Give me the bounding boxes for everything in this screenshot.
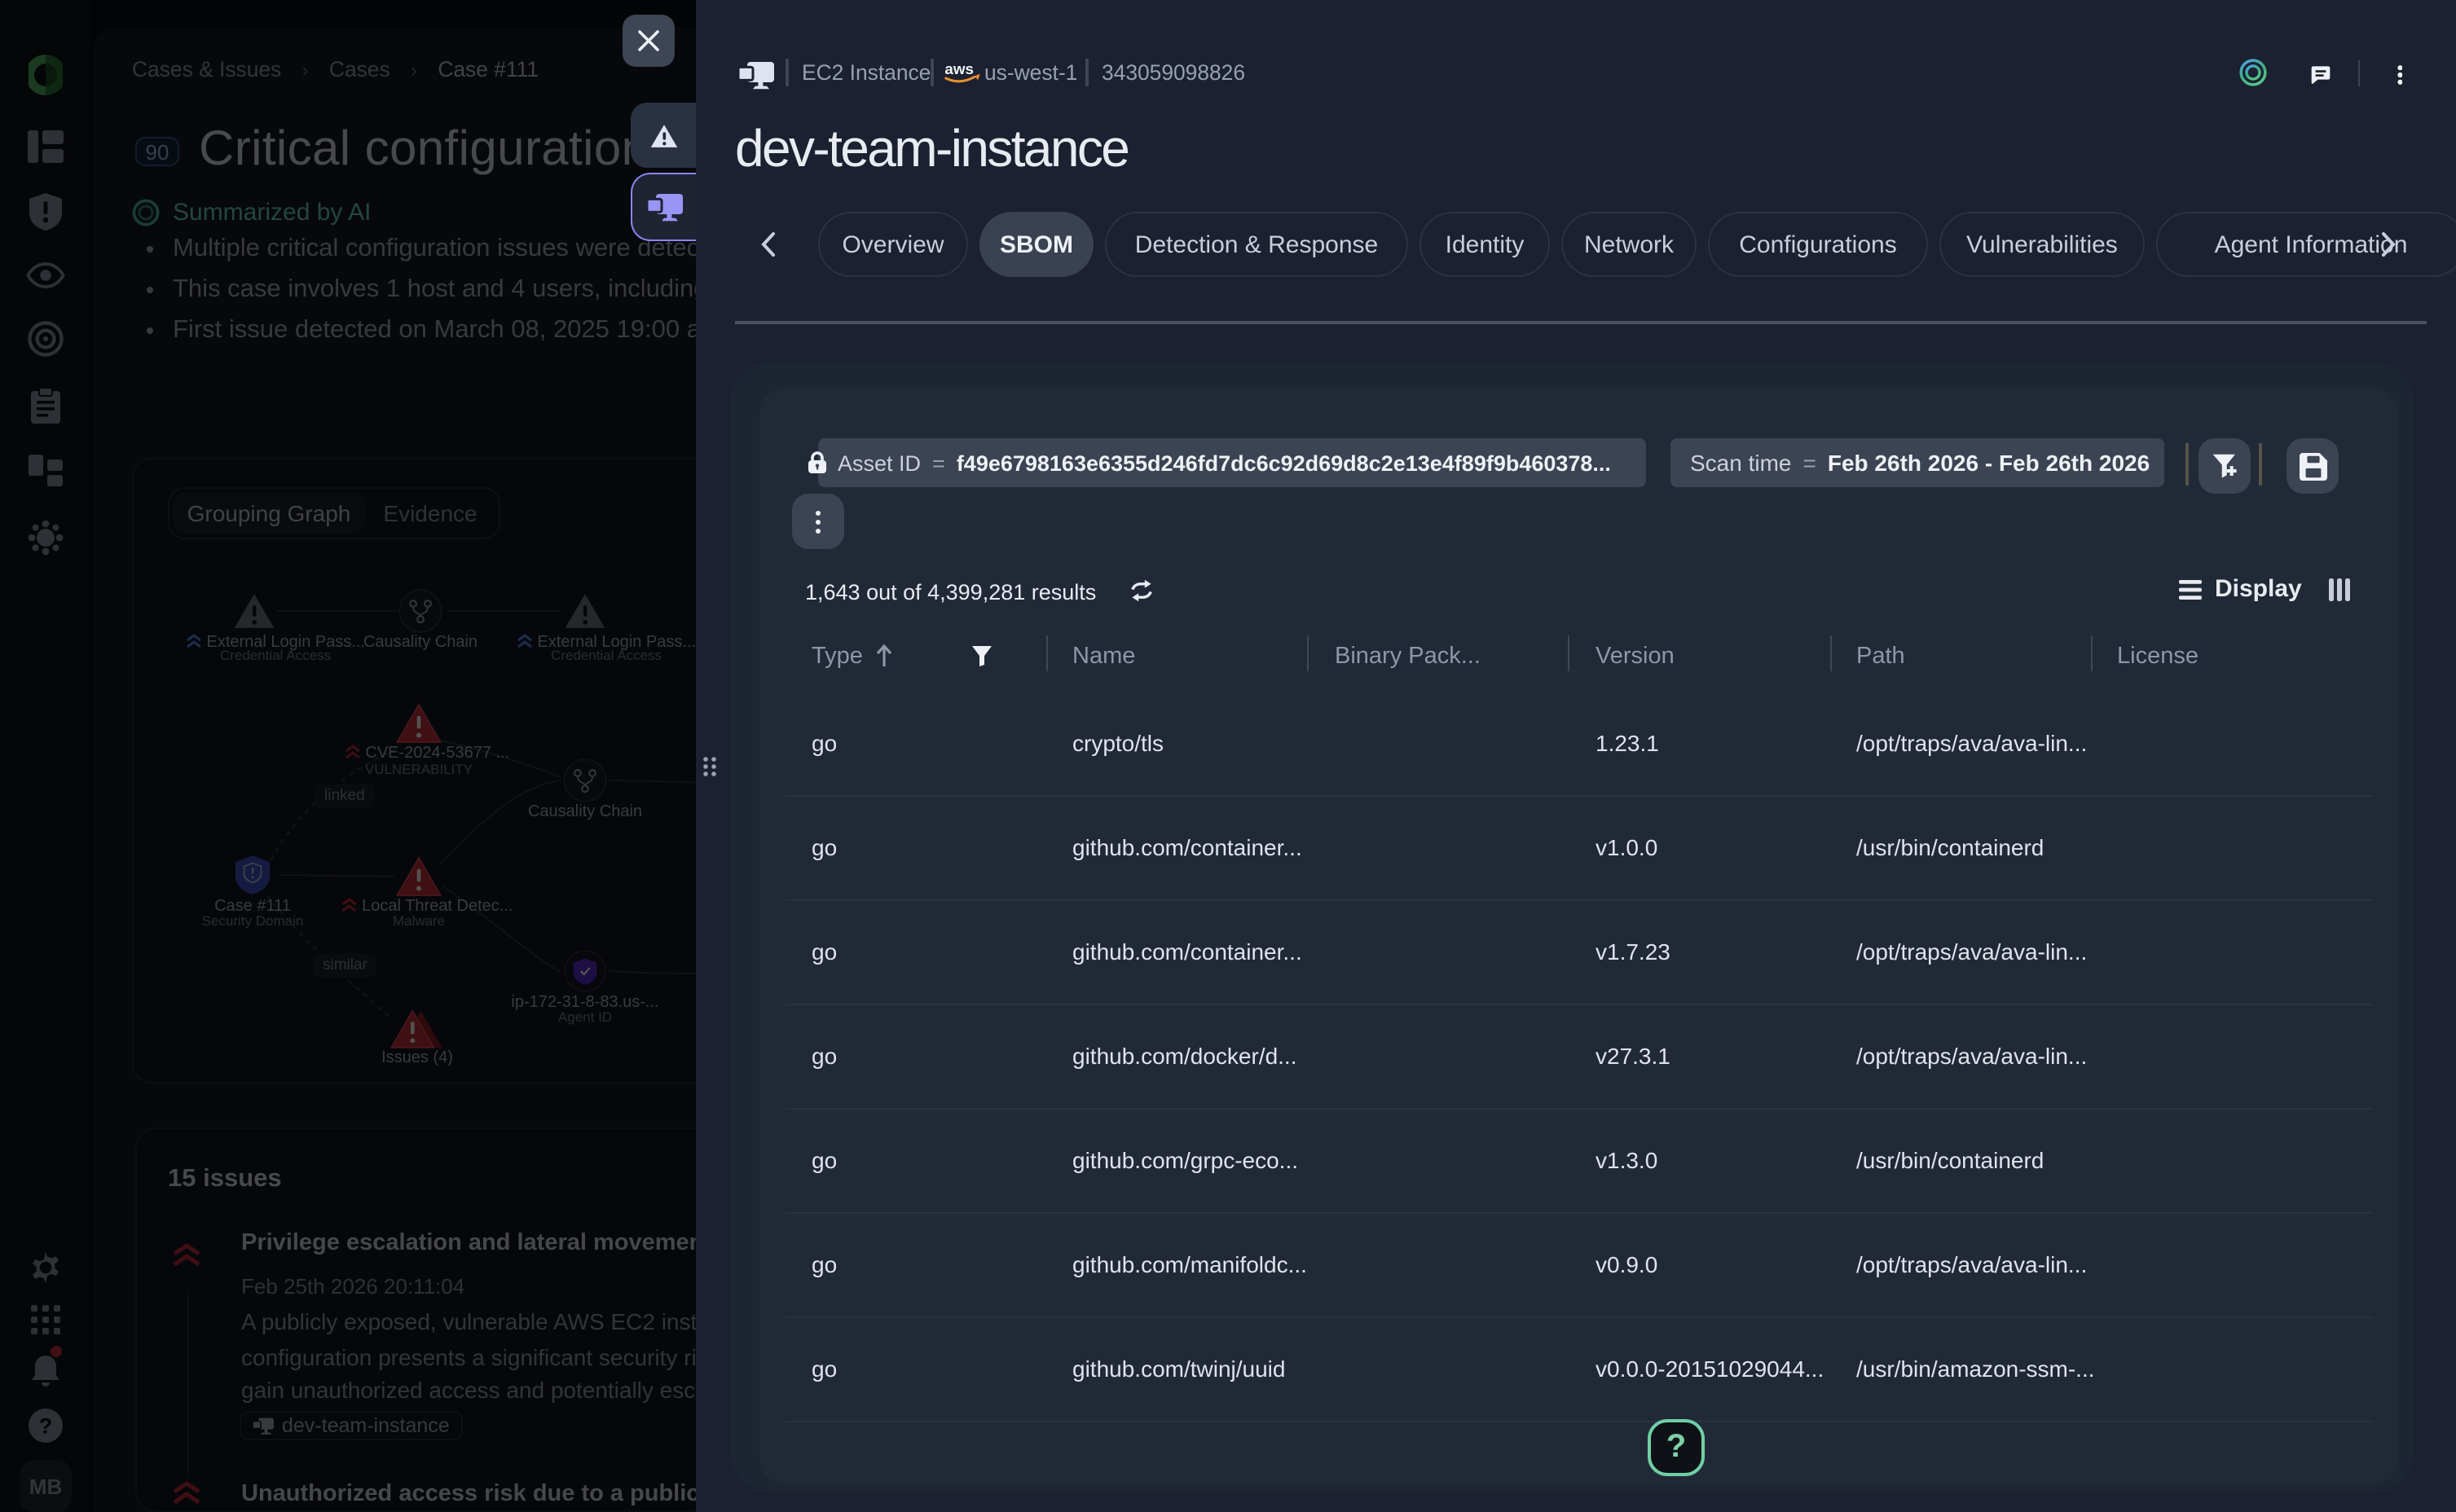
svg-text:aws: aws — [944, 60, 974, 77]
